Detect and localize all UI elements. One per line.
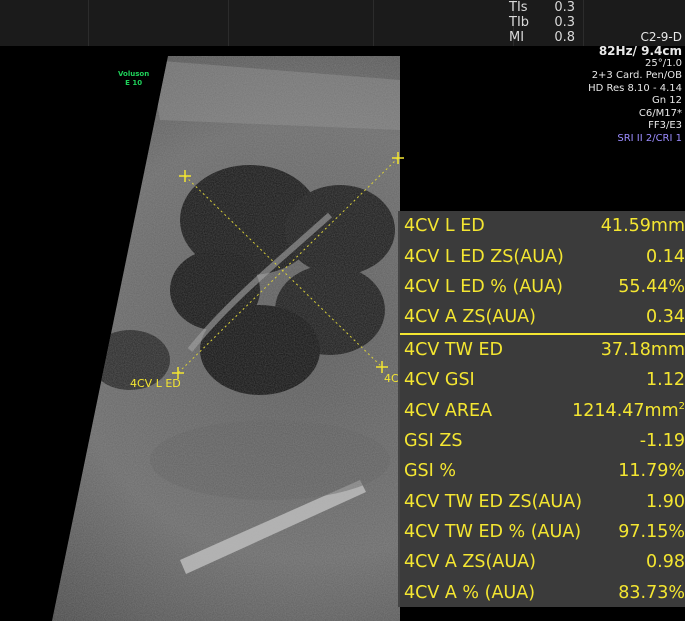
- measurement-label: 4CV A ZS(AUA): [404, 552, 536, 573]
- preset: 2+3 Card. Pen/OB: [591, 70, 682, 81]
- measurement-value: 1.12: [646, 370, 685, 391]
- measurement-row[interactable]: 4CV L ED % (AUA) 55.44%: [398, 272, 685, 302]
- sri: SRI II 2/CRI 1: [617, 132, 682, 144]
- measurement-label: 4CV L ED: [404, 216, 485, 237]
- measurement-row[interactable]: 4CV A ZS(AUA) 0.98: [398, 547, 685, 577]
- measurement-row[interactable]: 4CV GSI 1.12: [398, 365, 685, 395]
- measurement-value: -1.19: [639, 430, 685, 451]
- measurement-value: 55.44%: [618, 276, 685, 297]
- measurement-value: 83.73%: [618, 582, 685, 603]
- measurement-panel: 4CV L ED 41.59mm 4CV L ED ZS(AUA) 0.14 4CV…: [398, 211, 685, 607]
- measurement-label: 4CV TW ED % (AUA): [404, 522, 582, 543]
- measurement-label: 4CV TW ED: [404, 339, 503, 360]
- measurement-label: 4CV L ED % (AUA): [404, 276, 563, 297]
- measurement-row[interactable]: 4CV A ZS(AUA) 0.34: [398, 302, 685, 332]
- measurement-label: GSI %: [404, 461, 457, 482]
- measurement-row[interactable]: 4CV AREA 1214.47mm2: [398, 395, 685, 425]
- measurement-value: 0.14: [646, 246, 685, 267]
- measurement-row[interactable]: 4CV A % (AUA) 83.73%: [398, 578, 685, 608]
- acquisition-params: C2-9-D 82Hz/ 9.4cm 25°/1.0 2+3 Card. Pen…: [588, 31, 682, 145]
- measurement-value: 11.79%: [618, 461, 685, 482]
- measurement-label: 4CV TW ED ZS(AUA): [404, 491, 583, 512]
- brand-logo: Voluson E 10: [118, 70, 149, 88]
- measurement-value: 37.18mm: [600, 339, 685, 360]
- measurement-label: 4CV A ZS(AUA): [404, 307, 536, 328]
- area-unit-exponent: 2: [678, 400, 685, 412]
- measurement-row[interactable]: 4CV TW ED % (AUA) 97.15%: [398, 517, 685, 547]
- measurement-value: 1214.47mm2: [572, 401, 685, 421]
- brand-line1: Voluson: [118, 70, 150, 78]
- measurement-row[interactable]: 4CV TW ED ZS(AUA) 1.90: [398, 487, 685, 517]
- angle: 25°/1.0: [645, 57, 682, 69]
- caliper-label-left: 4CV L ED: [130, 377, 181, 390]
- measurement-label: 4CV A % (AUA): [404, 582, 536, 603]
- caliper-label-right: 4C: [384, 372, 399, 385]
- frame-depth: 82Hz/ 9.4cm: [598, 43, 682, 58]
- area-value: 1214.47mm: [572, 400, 679, 421]
- map: C6/M17*: [638, 107, 682, 119]
- measurement-value: 97.15%: [618, 522, 685, 543]
- measurement-row[interactable]: 4CV TW ED 37.18mm: [398, 335, 685, 365]
- measurement-value: 0.98: [646, 552, 685, 573]
- probe-label: C2-9-D: [640, 30, 682, 44]
- resolution: HD Res 8.10 - 4.14: [588, 82, 682, 94]
- ff: FF3/E3: [648, 120, 682, 131]
- measurement-row[interactable]: 4CV L ED 41.59mm: [398, 211, 685, 241]
- measurement-label: 4CV GSI: [404, 370, 475, 391]
- measurement-row[interactable]: GSI ZS -1.19: [398, 426, 685, 456]
- measurement-value: 0.34: [646, 307, 685, 328]
- measurement-row[interactable]: 4CV L ED ZS(AUA) 0.14: [398, 241, 685, 271]
- measurement-value: 41.59mm: [600, 216, 685, 237]
- measurement-label: 4CV L ED ZS(AUA): [404, 246, 564, 267]
- brand-line2: E 10: [125, 79, 143, 87]
- measurement-label: GSI ZS: [404, 430, 463, 451]
- measurement-value: 1.90: [646, 491, 685, 512]
- gain: Gn 12: [652, 95, 682, 106]
- measurement-row[interactable]: GSI % 11.79%: [398, 456, 685, 486]
- measurement-label: 4CV AREA: [404, 400, 493, 421]
